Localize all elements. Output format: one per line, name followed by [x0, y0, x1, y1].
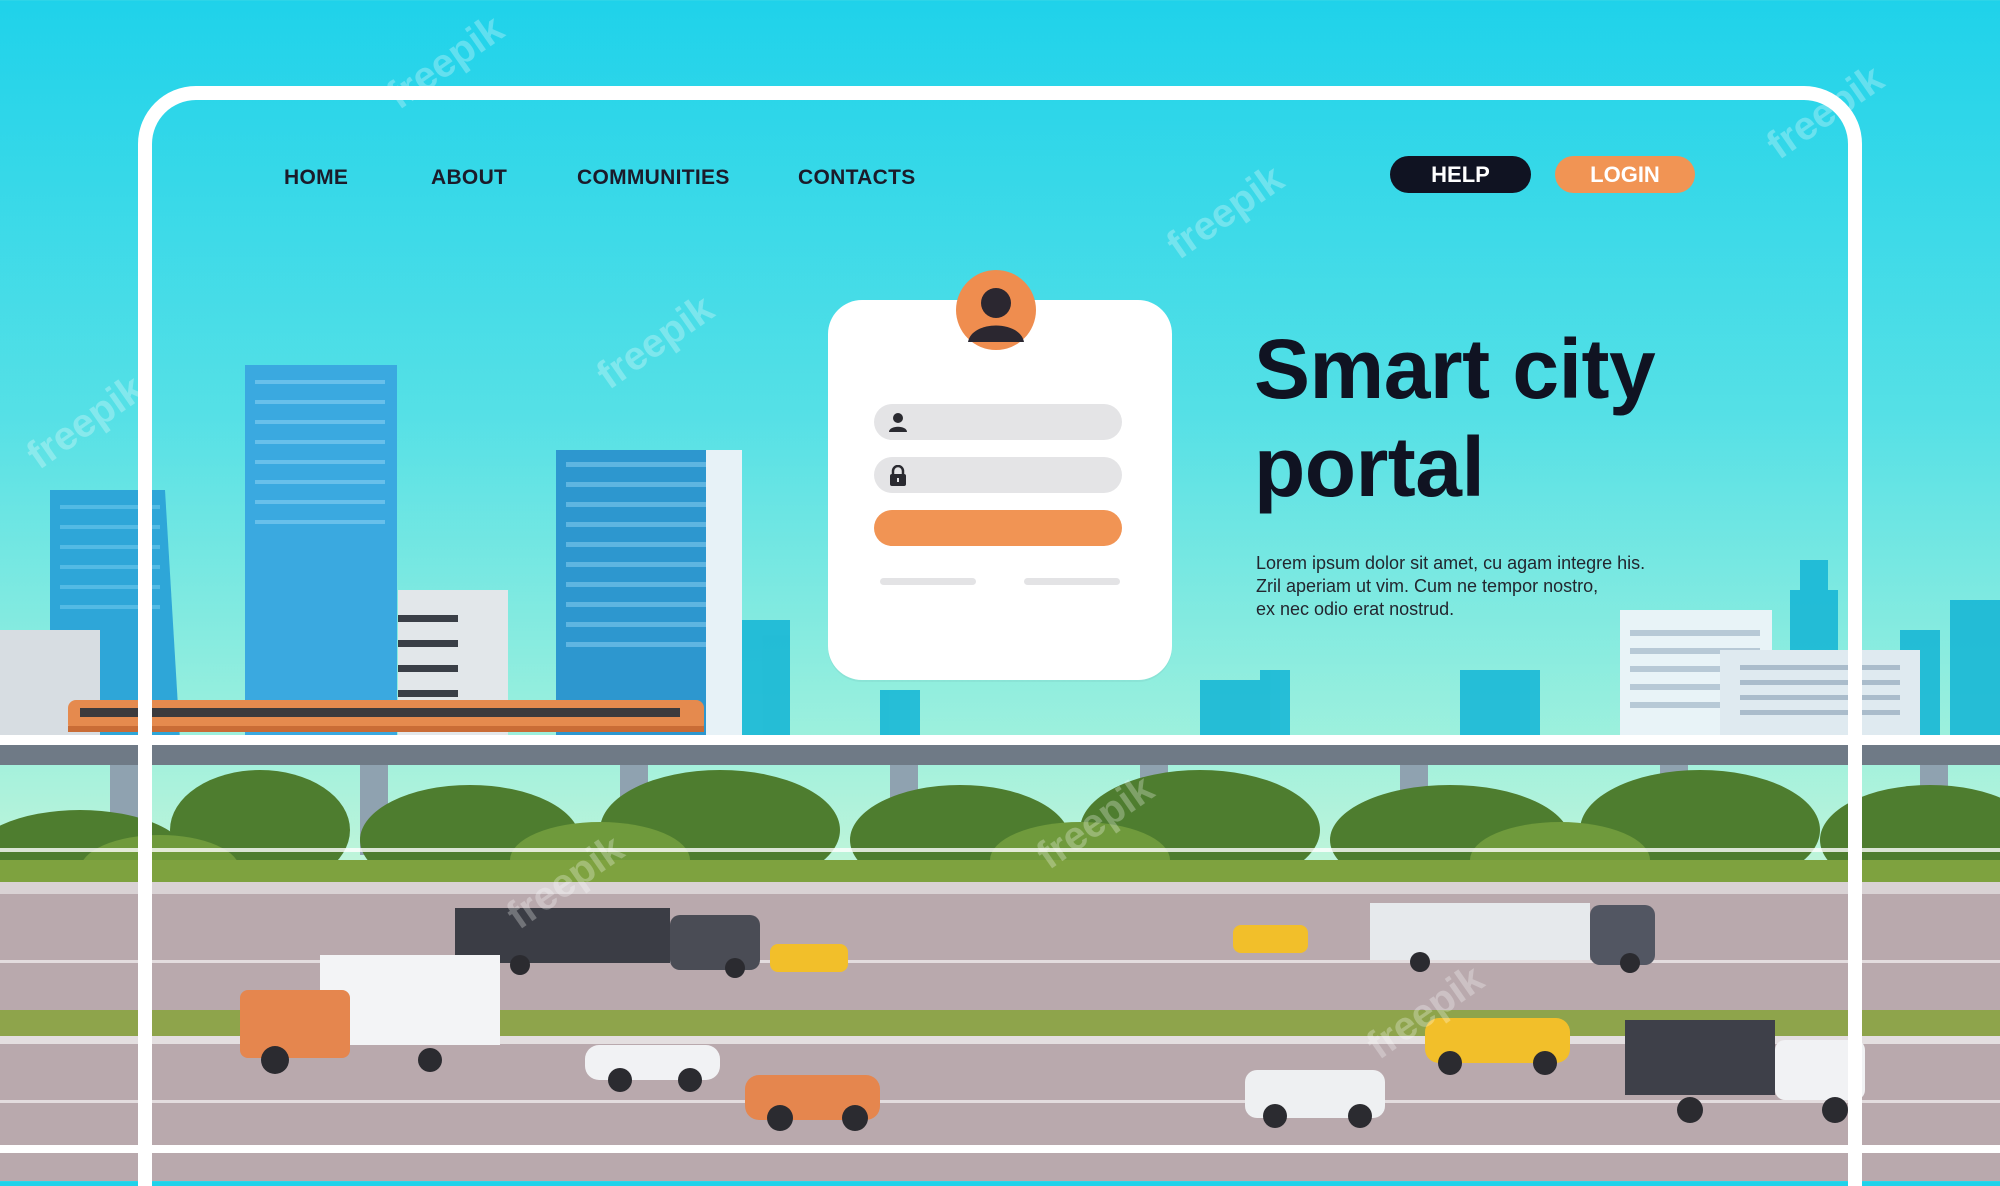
nav-home-link[interactable]: HOME	[284, 166, 348, 190]
hero-description: Lorem ipsum dolor sit amet, cu agam inte…	[1256, 552, 1726, 621]
nav-about-link[interactable]: ABOUT	[431, 166, 507, 190]
user-avatar-icon	[956, 270, 1036, 350]
hero-description-line-1: Lorem ipsum dolor sit amet, cu agam inte…	[1256, 553, 1646, 573]
hero-description-line-2: Zril aperiam ut vim. Cum ne tempor nostr…	[1256, 576, 1599, 596]
hero-title-line-2: portal	[1254, 420, 1485, 514]
lock-icon	[890, 465, 906, 486]
username-field[interactable]	[874, 404, 1122, 440]
hero-title: Smart city portal	[1254, 320, 1774, 516]
password-field[interactable]	[874, 457, 1122, 493]
hero-title-line-1: Smart city	[1254, 322, 1656, 416]
login-button[interactable]: LOGIN	[1555, 156, 1695, 193]
register-link[interactable]	[1024, 578, 1120, 585]
login-submit-button[interactable]	[874, 510, 1122, 546]
nav-communities-link[interactable]: COMMUNITIES	[577, 166, 730, 190]
user-icon	[889, 413, 907, 432]
forgot-password-link[interactable]	[880, 578, 976, 585]
help-button[interactable]: HELP	[1390, 156, 1531, 193]
login-card	[828, 300, 1172, 680]
nav-contacts-link[interactable]: CONTACTS	[798, 166, 916, 190]
hero-description-line-3: ex nec odio erat nostrud.	[1256, 599, 1455, 619]
